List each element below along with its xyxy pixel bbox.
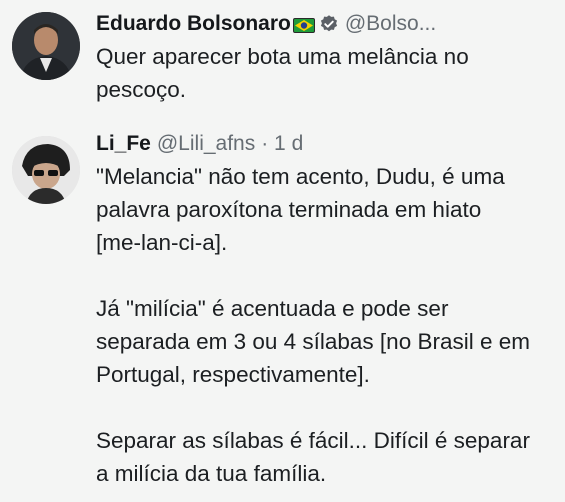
tweet-text: "Melancia" não tem acento, Dudu, é uma p…: [96, 160, 555, 490]
tweet-text: Quer aparecer bota uma melância no pesco…: [96, 40, 555, 106]
display-name[interactable]: Eduardo Bolsonaro: [96, 10, 291, 38]
tweet-eduardo: Eduardo Bolsonaro @Bolso... Quer aparece…: [0, 0, 565, 118]
tweet-header: Eduardo Bolsonaro @Bolso...: [96, 10, 555, 38]
text-line: "Melancia" não tem acento, Dudu, é uma: [96, 164, 505, 189]
text-line: Portugal, respectivamente].: [96, 362, 370, 387]
handle[interactable]: @Bolso...: [345, 10, 436, 38]
timestamp[interactable]: · 1 d: [261, 130, 303, 158]
handle[interactable]: @Lili_afns: [157, 130, 255, 158]
text-line: Separar as sílabas é fácil... Difícil é …: [96, 428, 530, 453]
text-line: palavra paroxítona terminada em hiato: [96, 197, 482, 222]
text-line: Quer aparecer bota uma melância no: [96, 44, 469, 69]
brazil-flag-icon: [292, 17, 315, 33]
tweet-header: Li_Fe @Lili_afns · 1 d: [96, 130, 555, 158]
text-line: Já "milícia" é acentuada e pode ser: [96, 296, 449, 321]
text-line: [me-lan-ci-a].: [96, 230, 228, 255]
avatar-eduardo-image: [12, 12, 80, 80]
verified-badge-icon: [319, 14, 339, 34]
avatar-lilife[interactable]: [12, 136, 80, 204]
text-line: pescoço.: [96, 77, 187, 102]
display-name[interactable]: Li_Fe: [96, 130, 151, 158]
avatar-eduardo[interactable]: [12, 12, 80, 80]
text-line: a milícia da tua família.: [96, 461, 327, 486]
text-line: separada em 3 ou 4 sílabas [no Brasil e …: [96, 329, 530, 354]
avatar-lilife-image: [12, 136, 80, 204]
tweet-lilife: Li_Fe @Lili_afns · 1 d "Melancia" não te…: [0, 118, 565, 502]
